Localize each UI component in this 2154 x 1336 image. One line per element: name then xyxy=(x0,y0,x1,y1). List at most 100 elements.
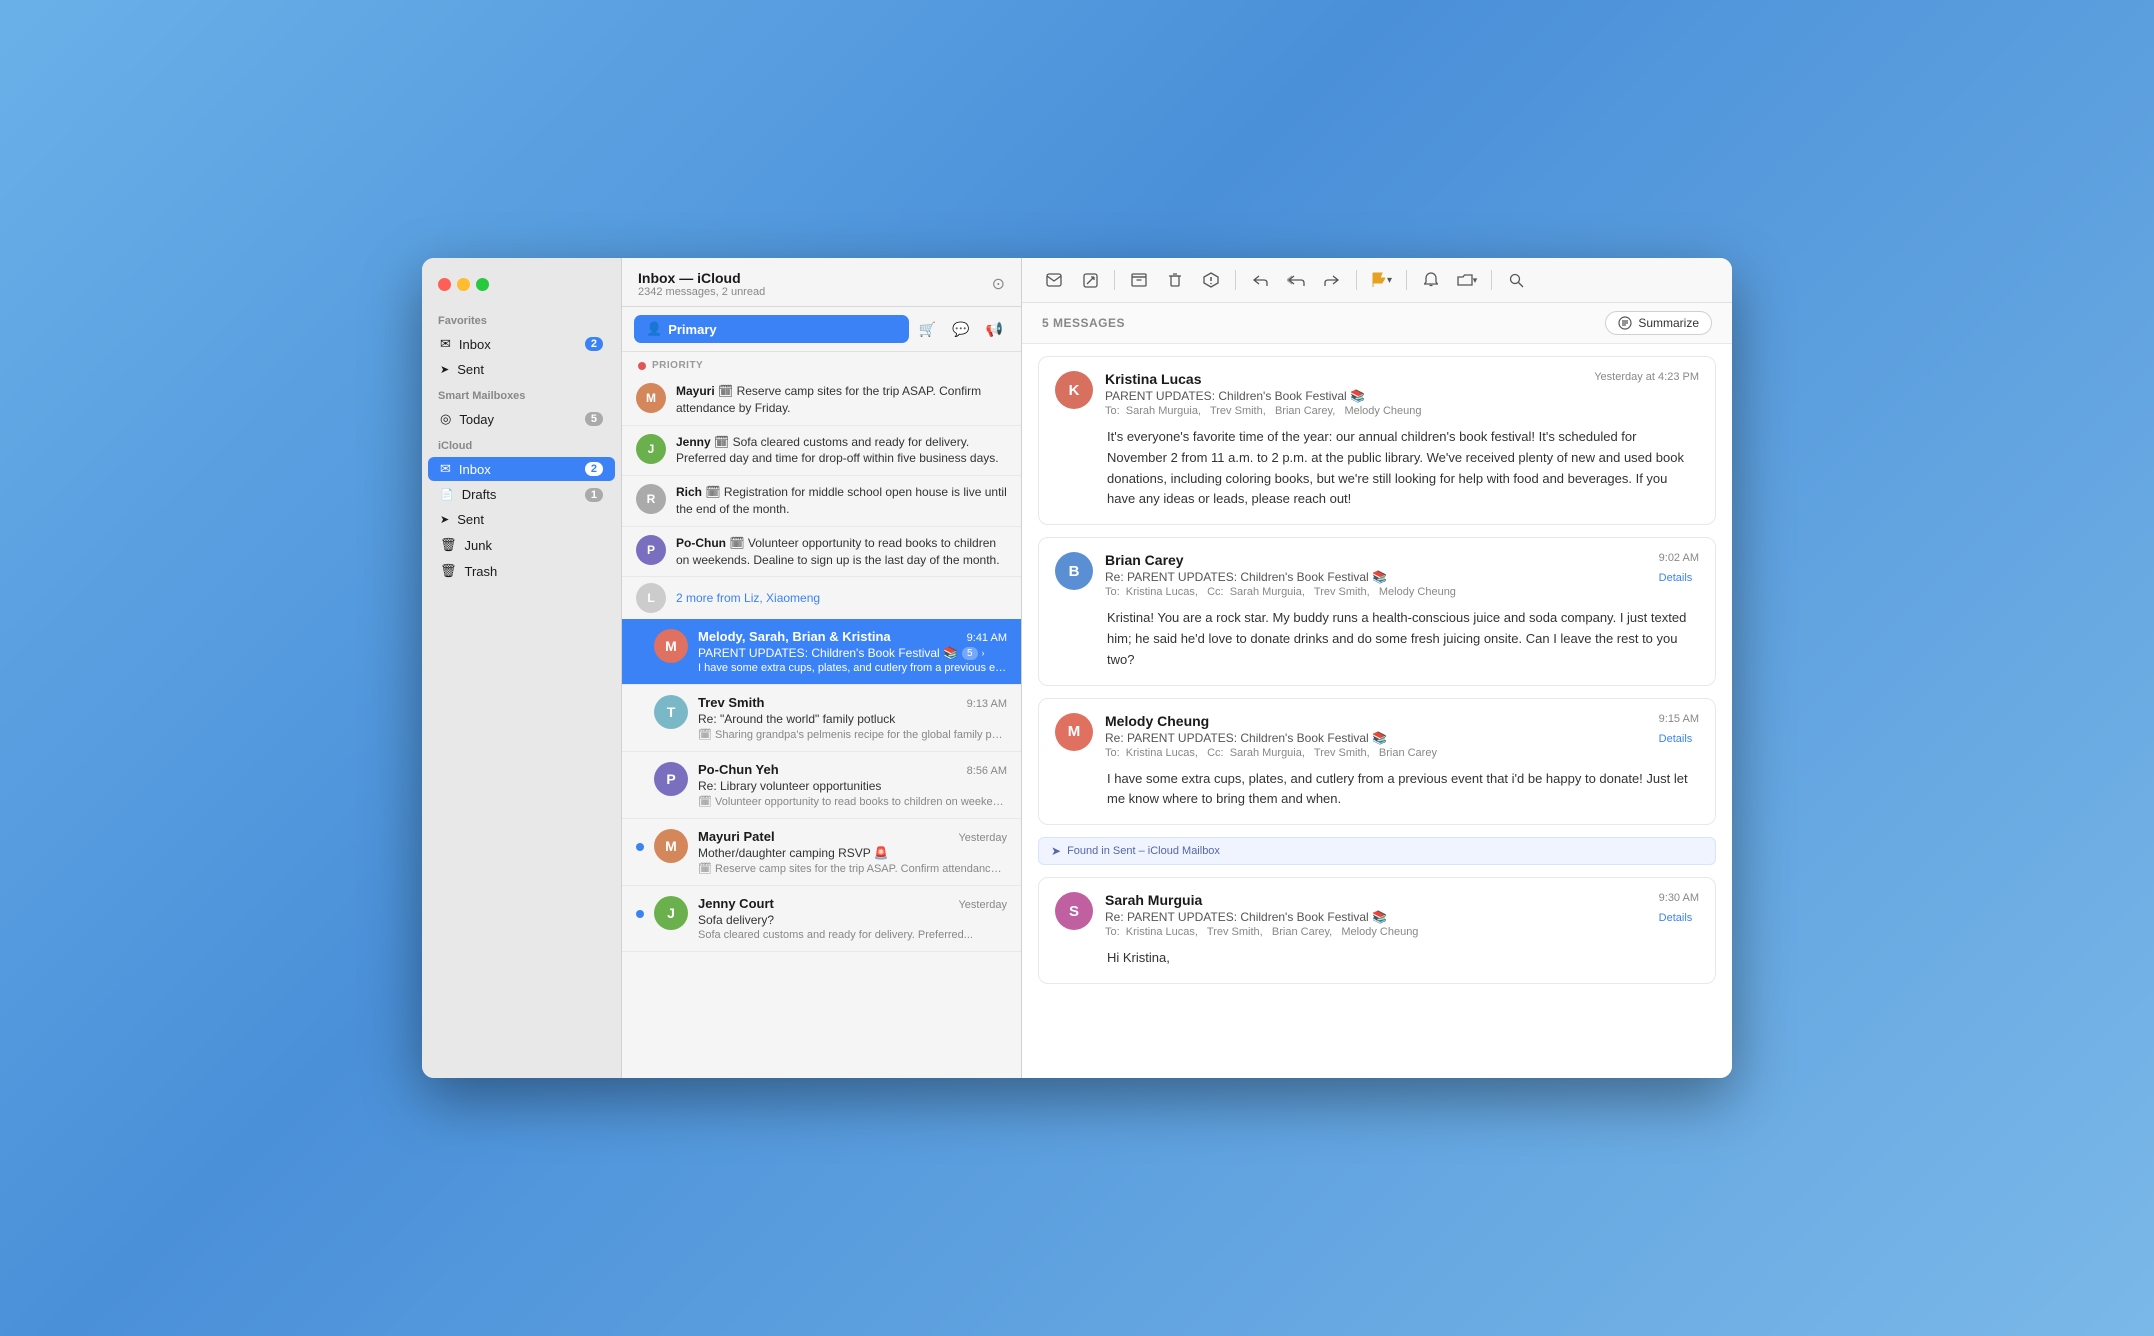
priority-item-rich[interactable]: R Rich 🗓 Registration for middle school … xyxy=(622,476,1021,527)
delete-button[interactable] xyxy=(1159,266,1191,294)
melody-sender: Melody, Sarah, Brian & Kristina xyxy=(698,629,891,644)
notify-button[interactable] xyxy=(1415,266,1447,294)
sent-fav-icon: ➤ xyxy=(440,363,449,376)
right-toolbar: ▾ ▾ xyxy=(1022,258,1732,303)
promo-tab-icon[interactable]: 📢 xyxy=(980,317,1009,342)
found-in-sent-banner: ➤ Found in Sent – iCloud Mailbox xyxy=(1038,837,1716,865)
primary-tab[interactable]: 👤 Primary xyxy=(634,315,909,343)
jenny-unread-dot xyxy=(636,910,644,918)
chat-tab-icon[interactable]: 💬 xyxy=(946,317,975,342)
inbox-title: Inbox — iCloud xyxy=(638,270,765,286)
inbox-icloud-icon: ✉ xyxy=(440,461,451,477)
sidebar-item-inbox-icloud[interactable]: ✉ Inbox 2 xyxy=(428,457,615,481)
mayuri-subject: Mother/daughter camping RSVP 🚨 xyxy=(698,846,1007,860)
kristina-subject: PARENT UPDATES: Children's Book Festival… xyxy=(1105,389,1582,403)
maximize-button[interactable] xyxy=(476,278,489,291)
priority-more[interactable]: L 2 more from Liz, Xiaomeng xyxy=(622,577,1021,619)
mayuri-sender: Mayuri Patel xyxy=(698,829,775,844)
email-item-jenny[interactable]: J Jenny Court Yesterday Sofa delivery? S… xyxy=(622,886,1021,952)
reply-button[interactable] xyxy=(1244,266,1276,294)
trev-subject: Re: "Around the world" family potluck xyxy=(698,712,1007,726)
search-button[interactable] xyxy=(1500,266,1532,294)
priority-item-mayuri[interactable]: M Mayuri 🗓 Reserve camp sites for the tr… xyxy=(622,375,1021,426)
folder-chevron-icon: ▾ xyxy=(1473,275,1478,286)
right-panel: ▾ ▾ 5 MESSAGES Summarize xyxy=(1022,258,1732,1078)
email-item-melody[interactable]: M Melody, Sarah, Brian & Kristina 9:41 A… xyxy=(622,619,1021,685)
brian-msg-header: B Brian Carey Re: PARENT UPDATES: Childr… xyxy=(1039,538,1715,608)
forward-button[interactable] xyxy=(1316,266,1348,294)
flag-chevron-icon: ▾ xyxy=(1387,275,1392,286)
reply-all-button[interactable] xyxy=(1280,266,1312,294)
trev-preview: 🗓 Sharing grandpa's pelmenis recipe for … xyxy=(698,728,1007,741)
melody-email-top: Melody, Sarah, Brian & Kristina 9:41 AM xyxy=(698,629,1007,644)
email-item-trev[interactable]: T Trev Smith 9:13 AM Re: "Around the wor… xyxy=(622,685,1021,752)
pochun-email-content: Po-Chun Yeh 8:56 AM Re: Library voluntee… xyxy=(698,762,1007,808)
sarah-body: Hi Kristina, xyxy=(1039,948,1715,983)
melody-avatar: M xyxy=(654,629,688,663)
pochun-subject: Re: Library volunteer opportunities xyxy=(698,779,1007,793)
junk-button[interactable] xyxy=(1195,266,1227,294)
melody-subject: PARENT UPDATES: Children's Book Festival… xyxy=(698,646,1007,660)
sidebar-item-sent[interactable]: ➤ Sent xyxy=(428,508,615,531)
brian-to: To: Kristina Lucas, Cc: Sarah Murguia, T… xyxy=(1105,586,1647,598)
sidebar-item-sent-fav[interactable]: ➤ Sent xyxy=(428,358,615,381)
inbox-title-block: Inbox — iCloud 2342 messages, 2 unread xyxy=(638,270,765,298)
kristina-body: It's everyone's favorite time of the yea… xyxy=(1039,427,1715,524)
thread-message-brian: B Brian Carey Re: PARENT UPDATES: Childr… xyxy=(1038,537,1716,685)
brian-body: Kristina! You are a rock star. My buddy … xyxy=(1039,608,1715,684)
sidebar-item-trash[interactable]: 🗑 Trash xyxy=(428,559,615,583)
priority-label: PRIORITY xyxy=(622,352,1021,375)
compose-button[interactable] xyxy=(1074,266,1106,294)
drafts-badge: 1 xyxy=(585,488,603,502)
sidebar-item-junk[interactable]: 🗑 Junk xyxy=(428,533,615,557)
chevron-icon: › xyxy=(982,648,985,658)
thread-list: K Kristina Lucas PARENT UPDATES: Childre… xyxy=(1022,344,1732,1078)
trash-label: Trash xyxy=(465,564,603,579)
today-icon: ◎ xyxy=(440,411,451,427)
brian-subject: Re: PARENT UPDATES: Children's Book Fest… xyxy=(1105,570,1647,584)
minimize-button[interactable] xyxy=(457,278,470,291)
trash-icon: 🗑 xyxy=(440,563,457,579)
mail-button[interactable] xyxy=(1038,266,1070,294)
close-button[interactable] xyxy=(438,278,451,291)
email-item-pochun-yeh[interactable]: P Po-Chun Yeh 8:56 AM Re: Library volunt… xyxy=(622,752,1021,819)
kristina-meta: Kristina Lucas PARENT UPDATES: Children'… xyxy=(1105,371,1582,417)
trev-avatar: T xyxy=(654,695,688,729)
inbox-subtitle: 2342 messages, 2 unread xyxy=(638,286,765,298)
filter-icon[interactable]: ⊙ xyxy=(992,274,1005,294)
priority-item-pochun[interactable]: P Po-Chun 🗓 Volunteer opportunity to rea… xyxy=(622,527,1021,578)
folder-button[interactable]: ▾ xyxy=(1451,266,1483,294)
flag-button[interactable]: ▾ xyxy=(1365,266,1398,294)
sarah-details-link[interactable]: Details xyxy=(1659,912,1693,924)
sarah-msg-header: S Sarah Murguia Re: PARENT UPDATES: Chil… xyxy=(1039,878,1715,948)
summarize-button[interactable]: Summarize xyxy=(1605,311,1712,335)
sarah-to: To: Kristina Lucas, Trev Smith, Brian Ca… xyxy=(1105,926,1647,938)
brian-details-link[interactable]: Details xyxy=(1659,572,1693,584)
melody-details-link[interactable]: Details xyxy=(1659,733,1693,745)
pochun-email-top: Po-Chun Yeh 8:56 AM xyxy=(698,762,1007,777)
melody-preview: I have some extra cups, plates, and cutl… xyxy=(698,662,1007,674)
mayuri-email-avatar: M xyxy=(654,829,688,863)
sarah-subject: Re: PARENT UPDATES: Children's Book Fest… xyxy=(1105,910,1647,924)
priority-more-text: 2 more from Liz, Xiaomeng xyxy=(676,591,820,605)
melody-email-content: Melody, Sarah, Brian & Kristina 9:41 AM … xyxy=(698,629,1007,674)
email-item-mayuri[interactable]: M Mayuri Patel Yesterday Mother/daughter… xyxy=(622,819,1021,886)
brian-meta: Brian Carey Re: PARENT UPDATES: Children… xyxy=(1105,552,1647,598)
priority-item-jenny[interactable]: J Jenny 🗓 Sofa cleared customs and ready… xyxy=(622,426,1021,477)
drafts-label: Drafts xyxy=(462,487,577,502)
mayuri-priority-text: Mayuri 🗓 Reserve camp sites for the trip… xyxy=(676,383,1007,417)
drafts-icon: 📄 xyxy=(440,488,454,501)
summarize-btn-label: Summarize xyxy=(1638,316,1699,330)
sidebar-item-drafts[interactable]: 📄 Drafts 1 xyxy=(428,483,615,506)
shopping-tab-icon[interactable]: 🛒 xyxy=(913,317,942,342)
pochun-avatar: P xyxy=(654,762,688,796)
melody-from: Melody Cheung xyxy=(1105,713,1647,729)
sidebar-item-inbox-fav[interactable]: ✉ Inbox 2 xyxy=(428,332,615,356)
melody-thread-count: 5 xyxy=(962,647,978,660)
sidebar-item-today[interactable]: ◎ Today 5 xyxy=(428,407,615,431)
archive-button[interactable] xyxy=(1123,266,1155,294)
sarah-from: Sarah Murguia xyxy=(1105,892,1647,908)
inbox-fav-icon: ✉ xyxy=(440,336,451,352)
email-list: PRIORITY M Mayuri 🗓 Reserve camp sites f… xyxy=(622,352,1021,1078)
toolbar-sep-1 xyxy=(1114,270,1115,290)
